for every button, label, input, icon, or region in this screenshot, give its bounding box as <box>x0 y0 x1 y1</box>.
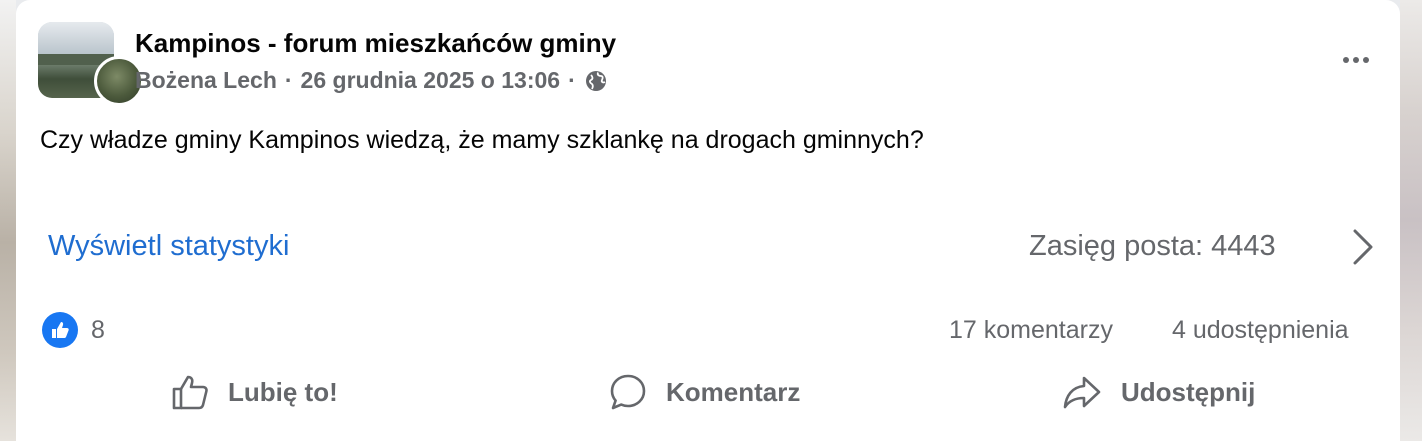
avatar-sky <box>38 22 114 57</box>
chevron-right-icon[interactable] <box>1350 228 1376 266</box>
like-button[interactable]: Lubię to! <box>170 368 338 416</box>
like-button-label: Lubię to! <box>228 376 338 407</box>
post-timestamp-link[interactable]: 26 grudnia 2025 o 13:06 <box>301 67 561 94</box>
post-reach-label[interactable]: Zasięg posta: 4443 <box>1029 230 1276 263</box>
dot <box>1363 57 1369 63</box>
share-arrow-icon <box>1063 376 1101 409</box>
comment-button-label: Komentarz <box>666 376 801 407</box>
comment-button[interactable]: Komentarz <box>608 368 800 416</box>
dot <box>1343 57 1349 63</box>
comments-count-link[interactable]: 17 komentarzy <box>949 316 1113 345</box>
more-options-icon[interactable] <box>1336 50 1376 70</box>
thumbs-up-icon <box>52 322 69 338</box>
background-right-strip <box>1400 0 1422 441</box>
globe-icon[interactable] <box>584 69 608 93</box>
meta-separator: · <box>568 67 576 93</box>
group-name-link[interactable]: Kampinos - forum mieszkańców gminy <box>135 28 616 59</box>
meta-separator: · <box>284 67 293 93</box>
share-button-label: Udostępnij <box>1121 376 1256 407</box>
dot <box>1353 57 1359 63</box>
post-meta: Bożena Lech · 26 grudnia 2025 o 13:06 · <box>135 67 608 94</box>
post-card: Kampinos - forum mieszkańców gminy Bożen… <box>16 0 1400 441</box>
post-body-text: Czy władze gminy Kampinos wiedzą, że mam… <box>40 126 924 154</box>
view-insights-link[interactable]: Wyświetl statystyki <box>48 230 289 263</box>
background-left-strip <box>0 0 16 441</box>
thumbs-up-outline-icon <box>172 375 208 410</box>
share-button[interactable]: Udostępnij <box>1061 368 1255 416</box>
comment-bubble-icon <box>610 374 646 410</box>
like-badge-icon[interactable] <box>42 312 78 348</box>
like-count[interactable]: 8 <box>91 316 105 345</box>
author-name-link[interactable]: Bożena Lech <box>135 67 277 94</box>
shares-count-link[interactable]: 4 udostępnienia <box>1172 316 1349 345</box>
